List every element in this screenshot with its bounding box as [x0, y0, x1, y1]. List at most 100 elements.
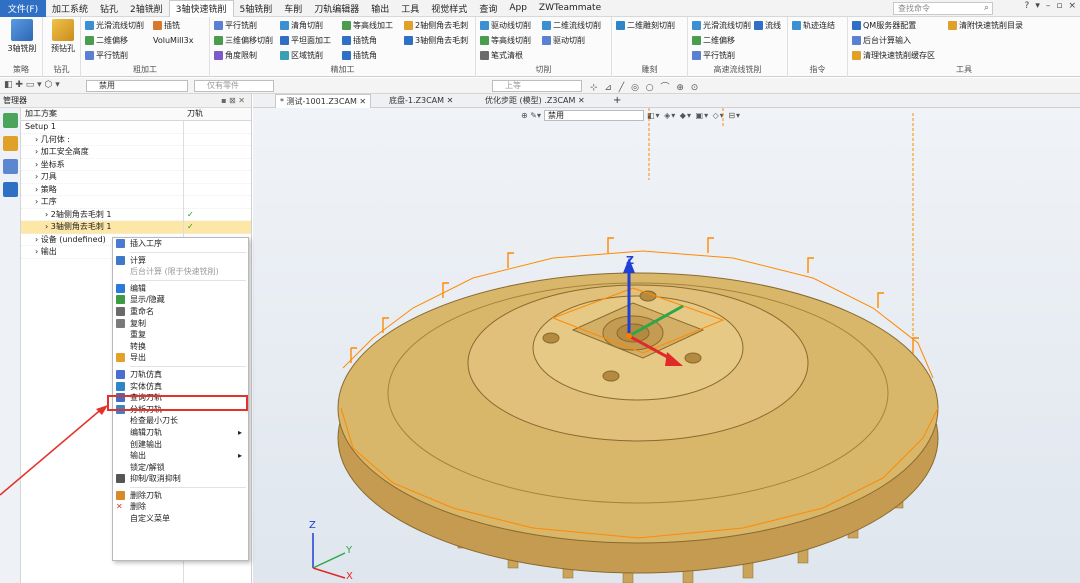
snap-tools[interactable]: ⊹ ⊿ ╱ ◎ ○ ⌒ ⊕ ⊙ [590, 80, 700, 93]
user-tab-icon[interactable] [3, 182, 18, 197]
context-menu-item[interactable]: 重命名 [113, 306, 248, 318]
3d-offset-button[interactable]: 三维偏移切削 [214, 34, 273, 46]
file-menu[interactable]: 文件(F) [0, 0, 46, 17]
menu-item-9[interactable]: 视觉样式 [425, 0, 473, 17]
tab-test-1001[interactable]: * 测试-1001.Z3CAM ✕ [275, 94, 372, 108]
close-icon[interactable]: ✕ [359, 97, 366, 106]
hsm-parallel-button[interactable]: 平行铣削 [692, 49, 735, 61]
tree-row[interactable]: › 3轴侧角去毛刺 1 ✓ [21, 221, 251, 234]
menu-item-1[interactable]: 钻孔 [94, 0, 124, 17]
corner-clean-button[interactable]: 清角切削 [280, 19, 323, 31]
tree-row[interactable]: › 加工安全高度 [21, 146, 251, 159]
tree-row[interactable]: › 坐标系 [21, 159, 251, 171]
hsm-smooth-flow-button[interactable]: 光滑流线切削 [692, 19, 751, 31]
context-menu-item[interactable]: ✕ 删除 [113, 501, 248, 513]
drive-cut-button[interactable]: 驱动切削 [542, 34, 585, 46]
menu-item-7[interactable]: 输出 [365, 0, 395, 17]
context-menu-item[interactable]: 检查最小刀长 [113, 415, 248, 427]
clear-cache-button[interactable]: 清理快速铣削缓存区 [852, 49, 935, 61]
part-filter-select[interactable]: 仅有零件 [194, 80, 274, 92]
tree-row[interactable]: › 几何体 : [21, 134, 251, 146]
predrill-button[interactable]: 预钻孔 [48, 19, 78, 54]
qm-server-button[interactable]: QM服务器配置 [852, 19, 916, 31]
tab-optimize[interactable]: 优化步距 (模型) .Z3CAM ✕ [481, 94, 589, 108]
menu-item-0[interactable]: 加工系统 [46, 0, 94, 17]
finish-parallel-button[interactable]: 平行铣削 [214, 19, 257, 31]
3axis-deburr-button[interactable]: 3轴侧角去毛刺 [404, 34, 468, 46]
context-menu-item[interactable]: 导出 [113, 352, 248, 364]
plane-select[interactable]: 上等 [492, 80, 582, 92]
2d-flow-button[interactable]: 二维流线切削 [542, 19, 601, 31]
contour-cut-button[interactable]: 等高线切削 [480, 34, 531, 46]
window-control-1[interactable]: ▾ [1035, 1, 1040, 11]
context-menu-item[interactable]: 显示/隐藏 [113, 294, 248, 306]
history-tab-icon[interactable] [3, 159, 18, 174]
part-tab-icon[interactable] [3, 136, 18, 151]
rough-smooth-flow-button[interactable]: 光滑流线切削 [85, 19, 144, 31]
close-icon[interactable]: ✕ [578, 96, 585, 105]
2axis-deburr-button[interactable]: 2轴侧角去毛刺 [404, 19, 468, 31]
filter-select[interactable]: 禁用 [86, 80, 188, 92]
menu-item-2[interactable]: 2轴铣削 [124, 0, 169, 17]
hsm-offset-button[interactable]: 二维偏移 [692, 34, 735, 46]
menu-item-4[interactable]: 5轴铣削 [234, 0, 279, 17]
context-menu-item[interactable]: 编辑 [113, 283, 248, 295]
menu-item-8[interactable]: 工具 [395, 0, 425, 17]
context-menu-item[interactable]: 自定义菜单 [113, 513, 248, 525]
tree-row[interactable]: › 工序 [21, 196, 251, 209]
manager-tab-icon[interactable] [3, 113, 18, 128]
menu-item-12[interactable]: ZWTeammate [533, 0, 607, 17]
volumill-button[interactable]: VoluMill3x [153, 34, 193, 46]
window-control-4[interactable]: × [1068, 1, 1076, 11]
clear-dir-button[interactable]: 清附快速铣削目录 [948, 19, 1023, 31]
rough-offset-button[interactable]: 二维偏移 [85, 34, 128, 46]
drive-line-button[interactable]: 驱动线切削 [480, 19, 531, 31]
tree-row[interactable]: › 刀具 [21, 171, 251, 184]
add-tab-icon[interactable]: + [609, 94, 625, 108]
menu-item-11[interactable]: App [503, 0, 533, 17]
context-menu-item[interactable]: 刀轨仿真 [113, 369, 248, 381]
pencil-button[interactable]: 笔式清根 [480, 49, 523, 61]
context-menu-item[interactable]: 计算 [113, 255, 248, 267]
graphics-view[interactable]: ⊕ ✎▾ 禁用 ◧▾ ◈▾ ◆▾ ▣▾ ◇▾ ⊟▾ Z Z Y X [253, 108, 1080, 583]
plunge-corner-button[interactable]: 插铣角 [342, 34, 377, 46]
3axis-mill-button[interactable]: 3轴铣削 [4, 19, 40, 54]
context-menu-item[interactable]: 实体仿真 [113, 381, 248, 393]
angle-limit-button[interactable]: 角度限制 [214, 49, 257, 61]
context-menu-item[interactable]: 编辑刀轨 ▸ [113, 427, 248, 439]
close-icon[interactable]: ✕ [447, 96, 454, 105]
context-menu-item[interactable]: 锁定/解锁 [113, 462, 248, 474]
tree-row[interactable]: › 策略 [21, 184, 251, 196]
area-mill-button[interactable]: 区域铣削 [280, 49, 323, 61]
window-control-2[interactable]: – [1046, 1, 1051, 11]
window-control-3[interactable]: ▫ [1056, 1, 1062, 11]
window-control-0[interactable]: ? [1025, 1, 1030, 11]
context-menu-item[interactable]: 转换 [113, 341, 248, 353]
context-menu-item[interactable]: 插入工序 [113, 238, 248, 250]
menu-item-6[interactable]: 刀轨编辑器 [308, 0, 365, 17]
context-menu-item[interactable]: 复制 [113, 318, 248, 330]
menu-item-10[interactable]: 查询 [473, 0, 503, 17]
engrave-button[interactable]: 二维雕刻切削 [616, 19, 675, 31]
context-menu-item[interactable]: 输出 ▸ [113, 450, 248, 462]
plunge-corner2-button[interactable]: 插铣角 [342, 49, 377, 61]
context-menu-item[interactable]: 创建输出 [113, 439, 248, 451]
search-icon[interactable]: ⌕ [984, 3, 989, 14]
quick-icons[interactable]: ◧ ✚ ▭ ▾ ⬡ ▾ [4, 80, 60, 90]
tab-chassis[interactable]: 底盘-1.Z3CAM ✕ [385, 94, 457, 108]
context-menu-item[interactable]: 删除刀轨 [113, 490, 248, 502]
streamline-button[interactable]: 流线 [754, 19, 781, 31]
flat-face-button[interactable]: 平坦面加工 [280, 34, 331, 46]
rough-plunge-button[interactable]: 插铣 [153, 19, 180, 31]
tree-row[interactable]: Setup 1 [21, 121, 251, 134]
rough-parallel-button[interactable]: 平行铣削 [85, 49, 128, 61]
bg-calc-input-button[interactable]: 后台计算输入 [852, 34, 911, 46]
search-input[interactable]: 查找命令 ⌕ [893, 2, 993, 15]
link-path-button[interactable]: 轨迹连结 [792, 19, 835, 31]
panel-close-icon[interactable]: ▪ ⊠ ✕ [221, 94, 245, 107]
contour-button[interactable]: 等高线加工 [342, 19, 393, 31]
menu-item-5[interactable]: 车削 [278, 0, 308, 17]
context-menu-item[interactable]: 重复 [113, 329, 248, 341]
menu-item-3[interactable]: 3轴快速铣削 [168, 0, 234, 17]
context-menu-item[interactable]: 抑制/取消抑制 [113, 473, 248, 485]
